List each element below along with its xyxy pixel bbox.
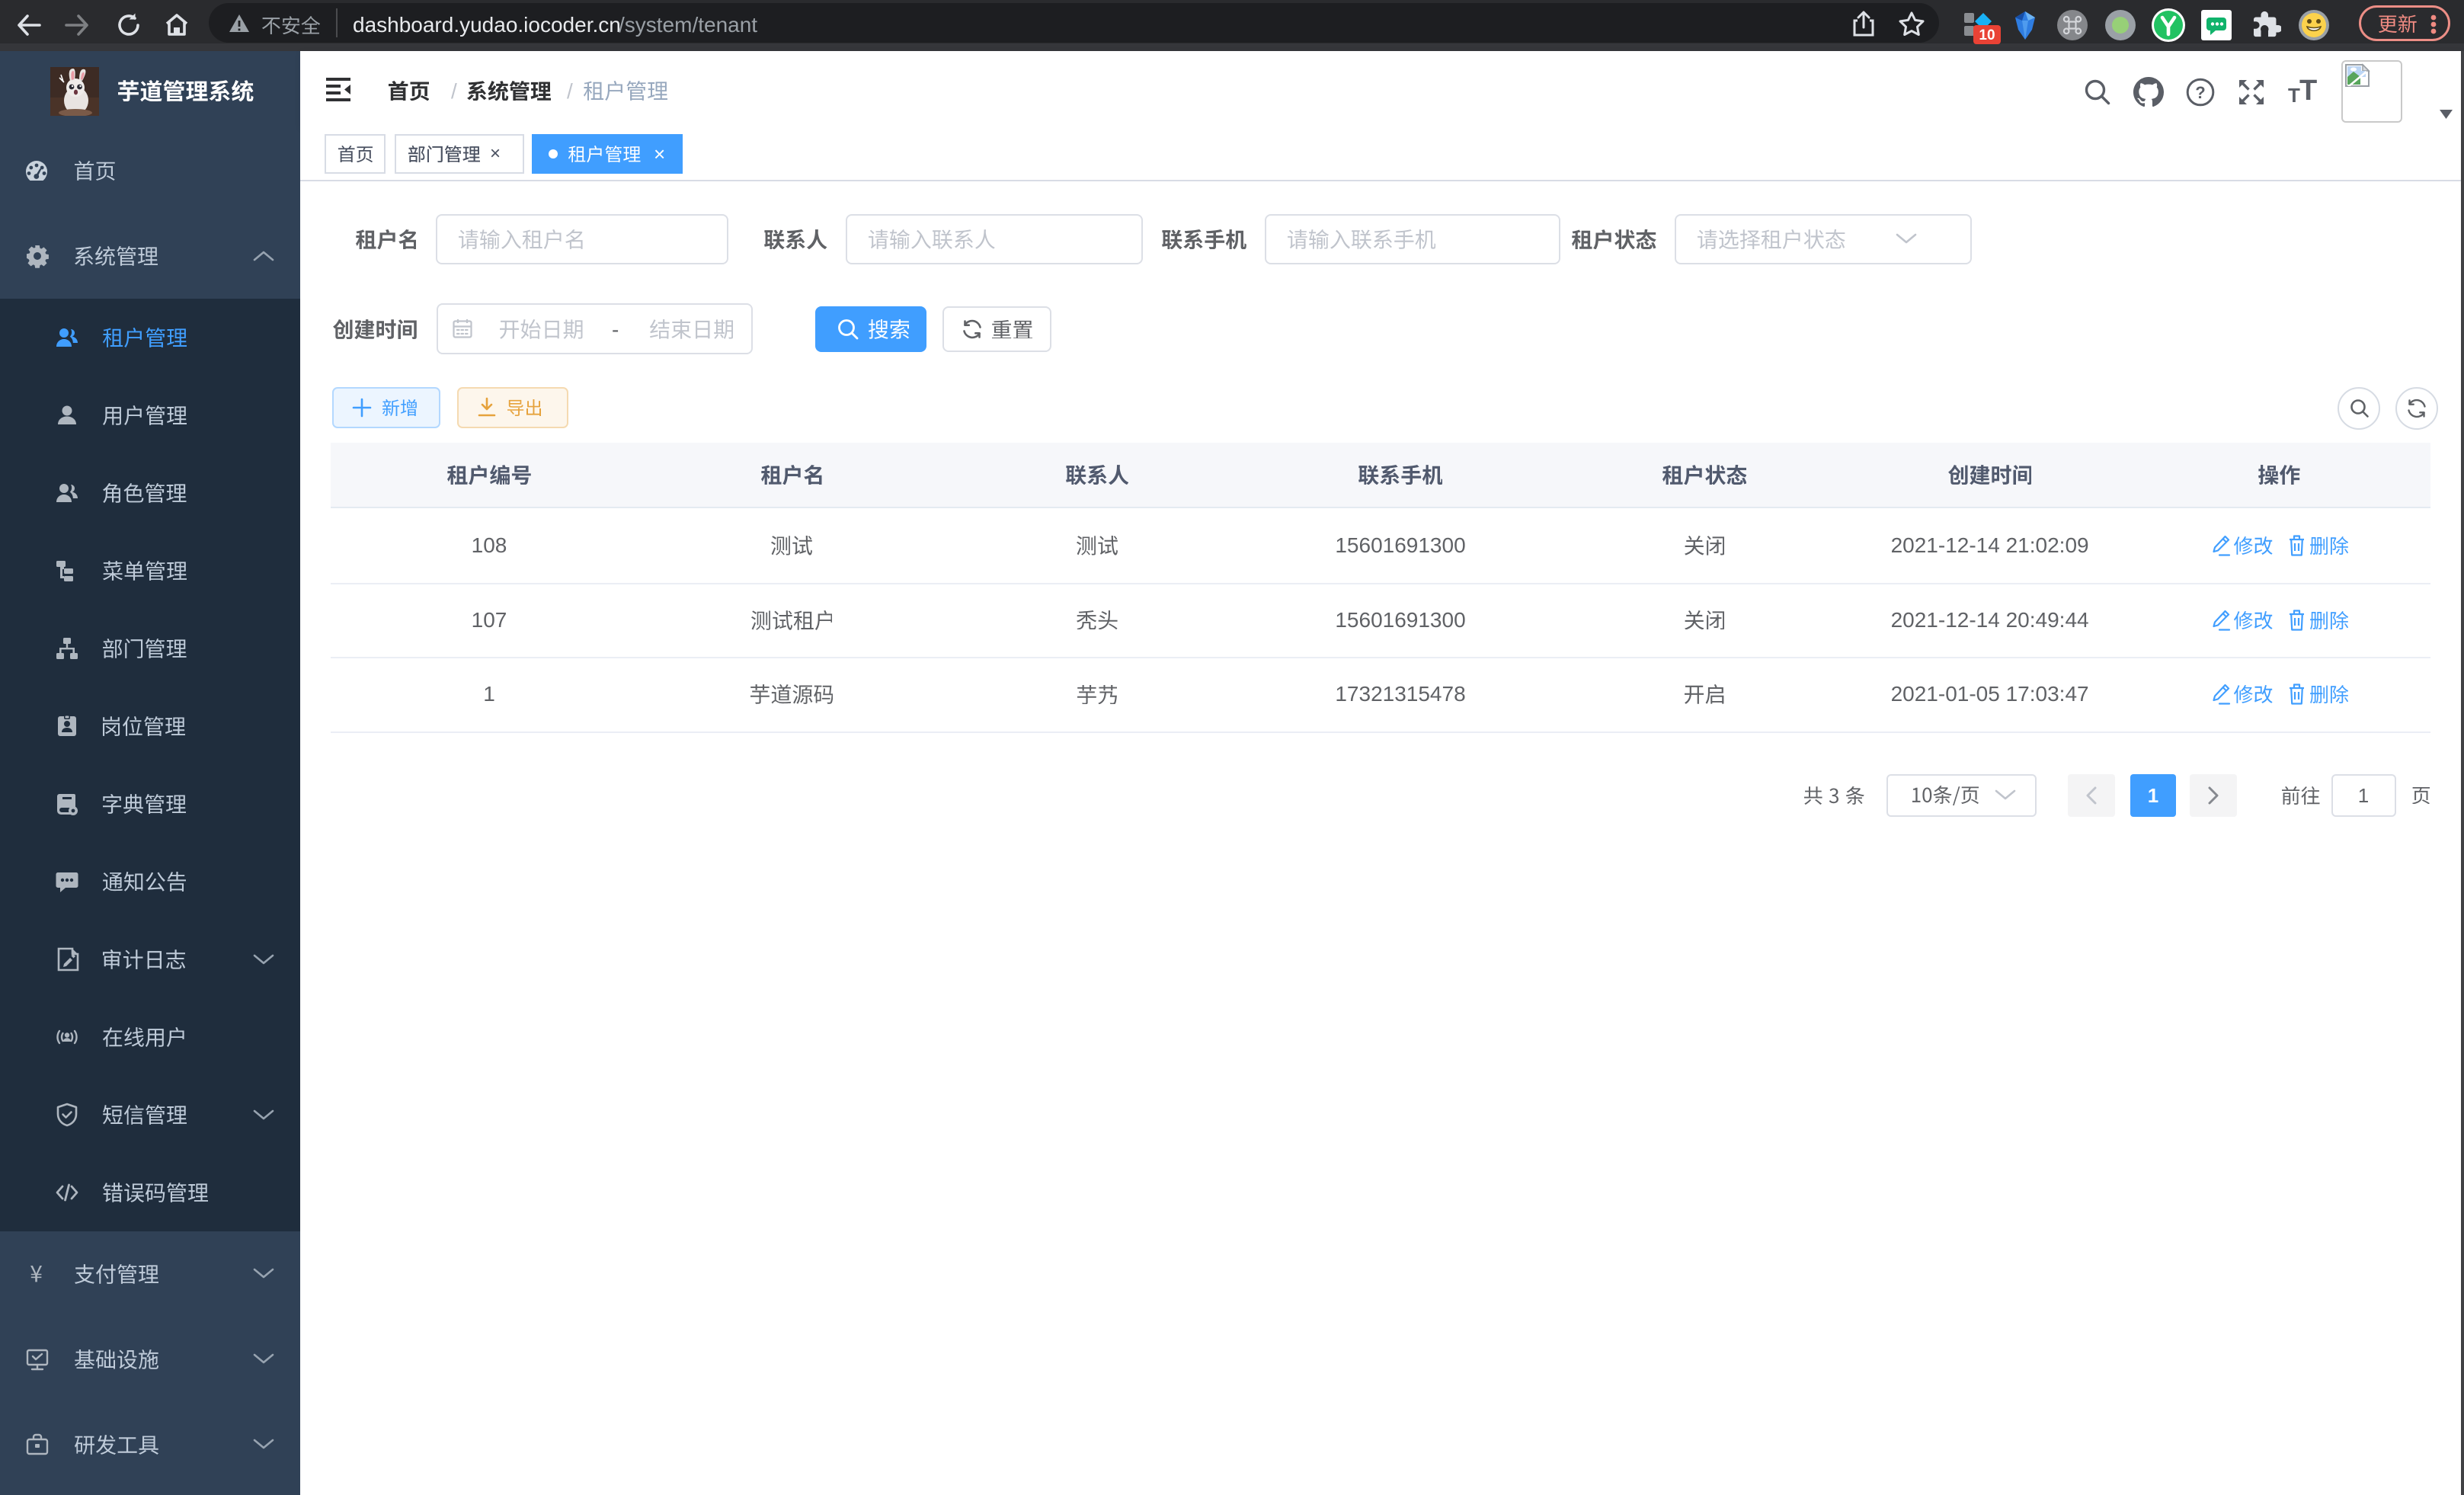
svg-text:?: ? bbox=[2195, 83, 2205, 102]
